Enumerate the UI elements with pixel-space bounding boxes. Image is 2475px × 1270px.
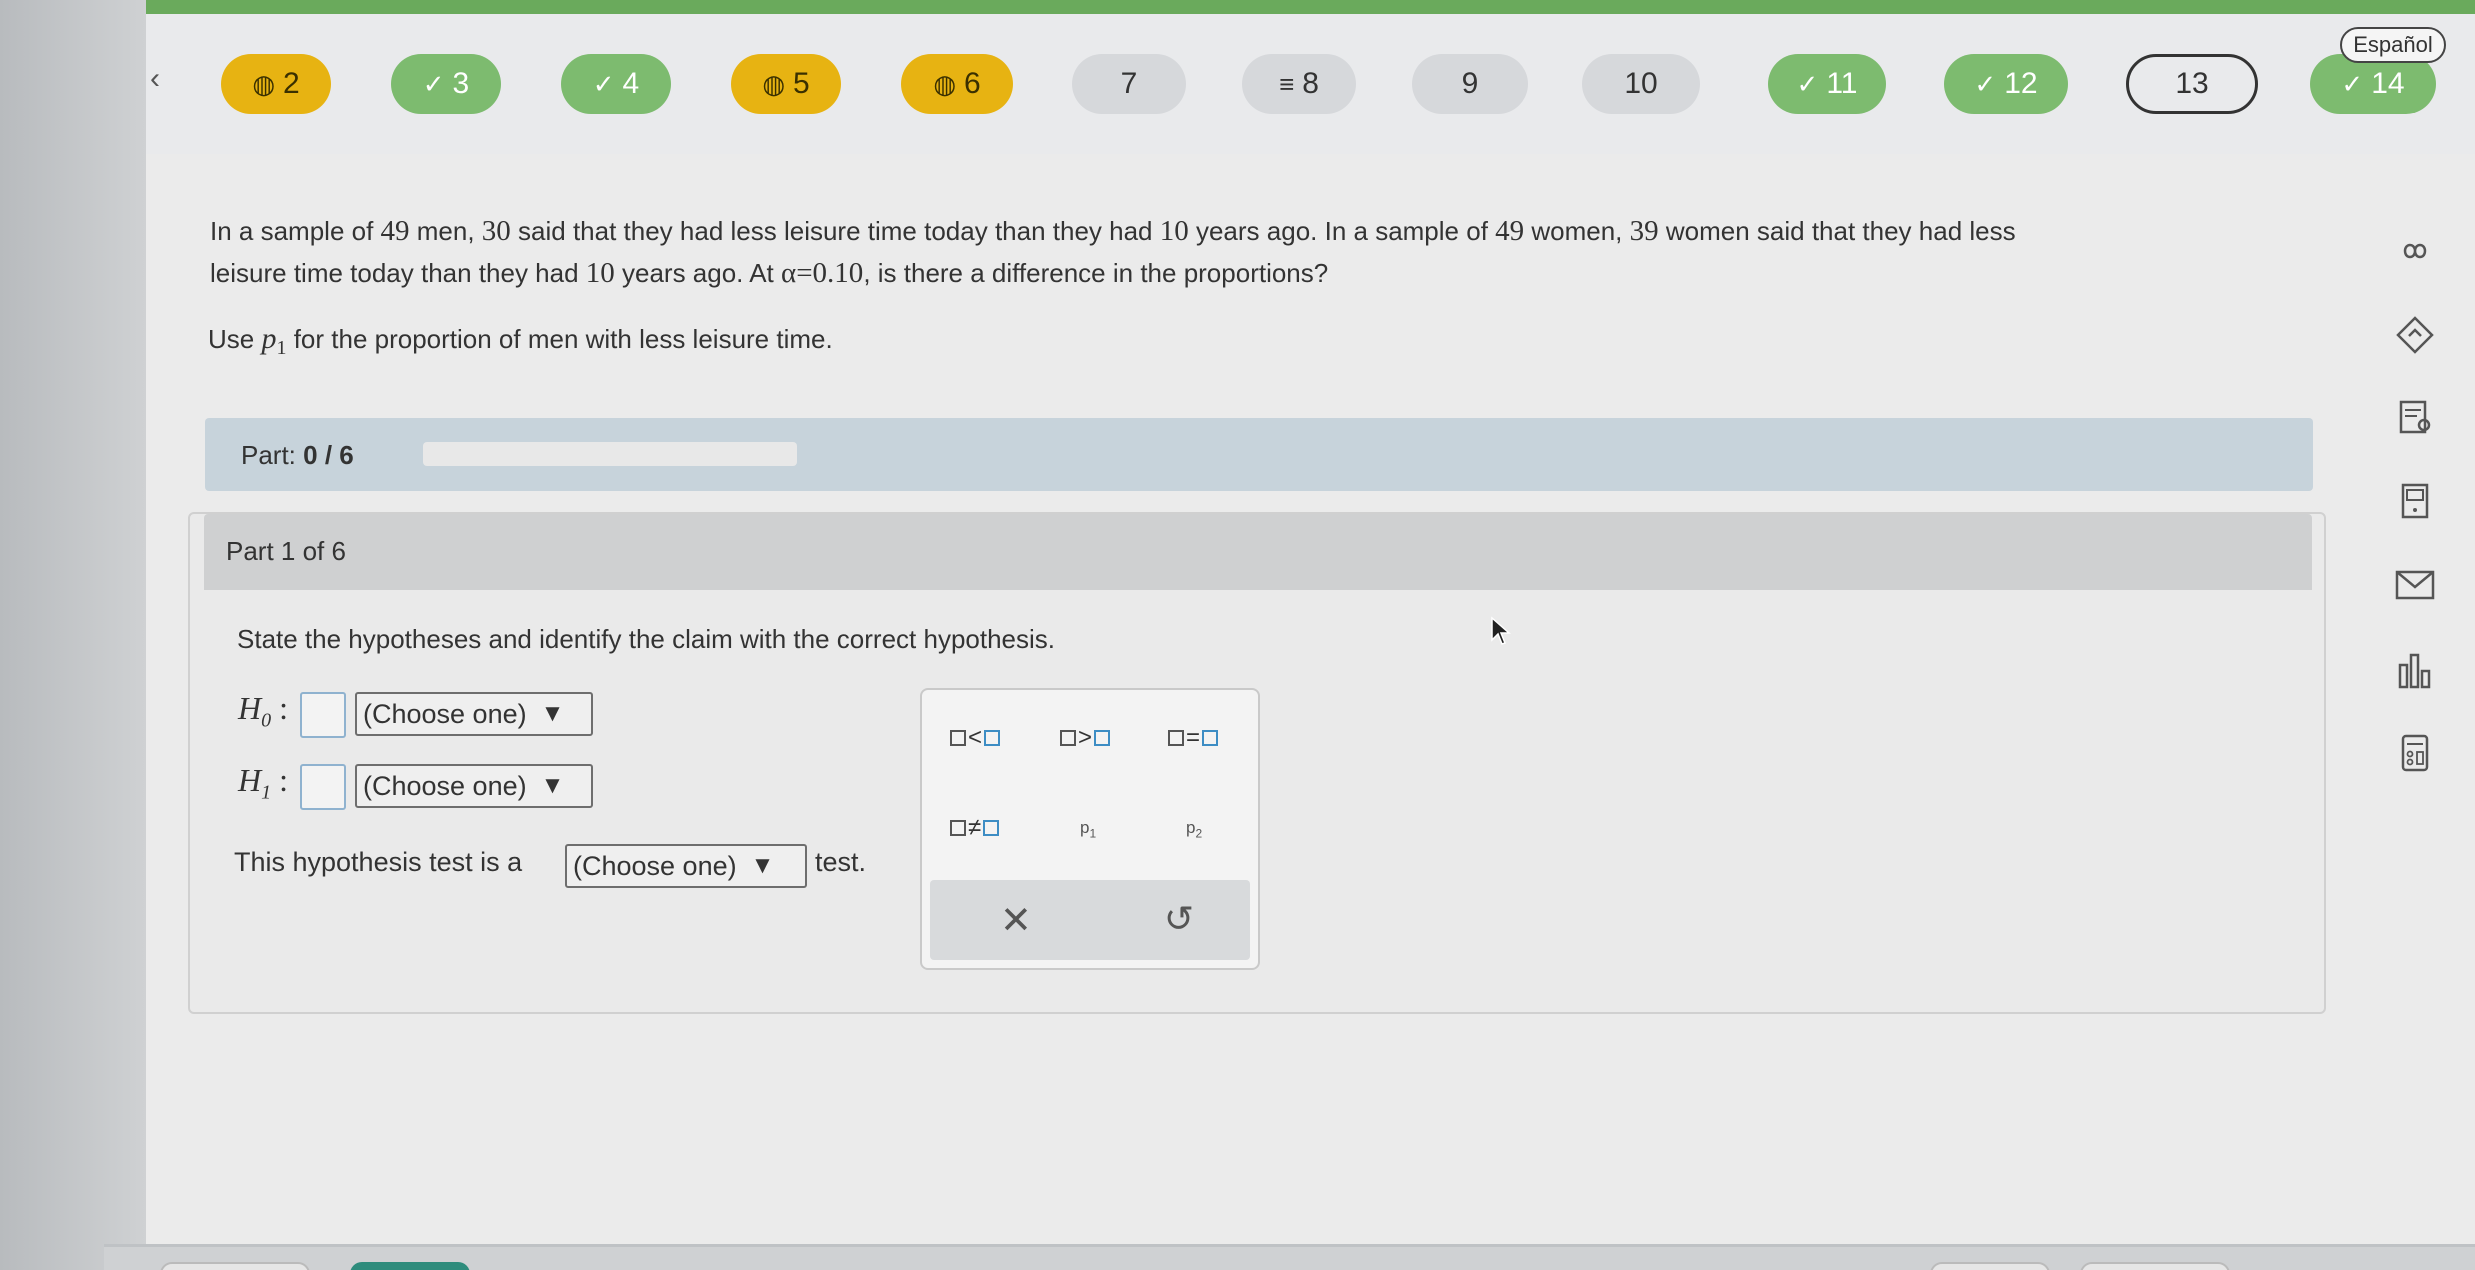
- question-6-button[interactable]: ◍ 6: [901, 54, 1013, 114]
- test-type-suffix: test.: [815, 847, 867, 877]
- mouse-cursor-icon: [1491, 616, 1511, 645]
- flag-icon: ◍: [252, 68, 275, 99]
- dropdown-arrow-icon: ▼: [540, 772, 565, 799]
- palette-actions: ✕ ↺: [930, 880, 1250, 960]
- h1-label: H1 :: [238, 762, 288, 804]
- question-11-button[interactable]: ✓ 11: [1768, 54, 1886, 114]
- bottom-tab[interactable]: [160, 1262, 310, 1270]
- flag-icon: ◍: [933, 68, 956, 99]
- question-14-button[interactable]: ✓ 14: [2310, 54, 2436, 114]
- mail-icon[interactable]: [2390, 560, 2440, 610]
- h0-label: H0 :: [238, 690, 288, 732]
- h1-answer-box[interactable]: [300, 764, 346, 810]
- select-value: (Choose one): [573, 850, 737, 881]
- question-number: 11: [1826, 67, 1858, 100]
- language-toggle-button[interactable]: Español: [2340, 27, 2446, 63]
- p1-button[interactable]: p1: [1080, 818, 1096, 840]
- bottom-tab[interactable]: [350, 1262, 470, 1270]
- question-number: 6: [964, 67, 981, 100]
- textbook-icon[interactable]: [2390, 476, 2440, 526]
- dropdown-arrow-icon: ▼: [540, 700, 565, 727]
- screen-bezel: [0, 0, 146, 1270]
- h0-answer-box[interactable]: [300, 692, 346, 738]
- test-type-select[interactable]: (Choose one) ▼: [565, 844, 807, 888]
- question-2-button[interactable]: ◍ 2: [221, 54, 331, 114]
- question-number: 14: [2371, 67, 2405, 100]
- test-type-prefix: This hypothesis test is a: [234, 847, 523, 877]
- bottom-tab[interactable]: [1930, 1262, 2050, 1270]
- part-progress-bar: Part: 0 / 6: [205, 418, 2313, 491]
- question-12-button[interactable]: ✓ 12: [1944, 54, 2068, 114]
- question-number: 7: [1120, 67, 1138, 100]
- part-progress-label: Part: 0 / 6: [241, 440, 354, 470]
- question-text: In a sample of 49 men, 30 said that they…: [210, 215, 2016, 289]
- less-than-button[interactable]: <: [950, 724, 1001, 752]
- select-value: (Choose one): [363, 770, 527, 801]
- instruction-text: State the hypotheses and identify the cl…: [237, 624, 1056, 654]
- calculator-icon[interactable]: [2390, 728, 2440, 778]
- chevron-left-icon[interactable]: ‹: [150, 62, 160, 96]
- part-card-header: Part 1 of 6: [204, 514, 2312, 590]
- p2-button[interactable]: p2: [1186, 818, 1202, 840]
- question-number: 12: [2004, 67, 2038, 100]
- dropdown-arrow-icon: ▼: [750, 852, 775, 879]
- progress-track: [423, 442, 797, 466]
- infinity-icon[interactable]: [2390, 226, 2440, 276]
- question-number: 4: [622, 67, 640, 100]
- question-number: 2: [283, 67, 300, 100]
- chart-icon[interactable]: [2390, 646, 2440, 696]
- question-9-button[interactable]: 9: [1412, 54, 1528, 114]
- variable-note: Use p1 for the proportion of men with le…: [208, 322, 833, 360]
- part-card-title: Part 1 of 6: [226, 536, 346, 566]
- check-icon: ✓: [2341, 68, 2364, 99]
- check-icon: ✓: [422, 68, 445, 99]
- top-accent-bar: [146, 0, 2475, 14]
- question-7-button[interactable]: 7: [1072, 54, 1186, 114]
- question-4-button[interactable]: ✓ 4: [561, 54, 671, 114]
- select-value: (Choose one): [363, 698, 527, 729]
- question-number: 3: [452, 67, 470, 100]
- question-number: 5: [793, 67, 810, 100]
- question-5-button[interactable]: ◍ 5: [731, 54, 841, 114]
- bottom-tab[interactable]: [2080, 1262, 2230, 1270]
- review-icon[interactable]: [2390, 392, 2440, 442]
- not-equal-button[interactable]: ≠: [950, 814, 1000, 842]
- flag-icon: ◍: [762, 68, 785, 99]
- clear-icon[interactable]: ✕: [1000, 898, 1032, 943]
- h1-claim-select[interactable]: (Choose one) ▼: [355, 764, 593, 808]
- greater-than-button[interactable]: >: [1060, 724, 1111, 752]
- undo-icon[interactable]: ↺: [1164, 898, 1194, 940]
- check-icon: ✓: [592, 68, 615, 99]
- tag-icon[interactable]: [2390, 310, 2440, 360]
- question-number: 8: [1302, 67, 1319, 100]
- question-3-button[interactable]: ✓ 3: [391, 54, 501, 114]
- question-number: 9: [1461, 67, 1479, 100]
- equals-button[interactable]: =: [1168, 724, 1219, 752]
- question-10-button[interactable]: 10: [1582, 54, 1700, 114]
- question-number: 10: [1624, 67, 1658, 100]
- question-13-button[interactable]: 13: [2126, 54, 2258, 114]
- math-palette: < > = ≠ p1 p2 ✕ ↺: [920, 688, 1260, 970]
- question-8-button[interactable]: ≡ 8: [1242, 54, 1356, 114]
- h0-claim-select[interactable]: (Choose one) ▼: [355, 692, 593, 736]
- partial-icon: ≡: [1279, 68, 1295, 99]
- check-icon: ✓: [1974, 68, 1997, 99]
- question-number: 13: [2175, 67, 2209, 100]
- check-icon: ✓: [1796, 68, 1819, 99]
